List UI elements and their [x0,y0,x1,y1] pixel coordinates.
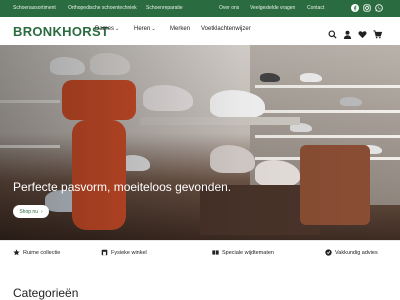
top-bar: Schoenassortiment Orthopedische schoente… [0,0,400,17]
hero-title: Perfecte pasvorm, moeiteloos gevonden. [13,180,232,194]
usp-label: Speciale wijdtematen [222,249,274,256]
facebook-icon[interactable] [351,4,359,12]
hero-banner [0,45,400,240]
usp-item-advies: Vakkundig advies [325,249,378,256]
main-header: BRONKHORST Dames ⌄ Heren ⌄ Merken Voetkl… [0,17,400,45]
shop-now-label: Shop nu [19,208,38,215]
nav-item-dames[interactable]: Dames ⌄ [95,26,119,32]
nav-label: Heren [134,26,151,32]
nav-label: Dames [95,26,115,32]
usp-item-wijdtematen: Speciale wijdtematen [212,249,274,256]
advice-icon [325,249,332,256]
nav-item-voetklachtenwijzer[interactable]: Voetklachtenwijzer [201,26,251,32]
chevron-down-icon: ⌄ [115,26,120,32]
topbar-link-over-ons[interactable]: Over ons [219,5,239,11]
account-icon[interactable] [343,26,352,39]
usp-label: Fysieke winkel [111,249,147,256]
store-icon [101,249,108,256]
cart-icon[interactable] [373,26,383,39]
width-icon [212,250,219,255]
nav-item-merken[interactable]: Merken [170,26,190,32]
usp-item-winkel: Fysieke winkel [101,249,147,256]
chevron-down-icon: ⌄ [151,26,156,32]
usp-strip: Ruime collectie Fysieke winkel Speciale … [0,240,400,262]
topbar-link-schoenreparatie[interactable]: Schoenreparatie [146,5,183,11]
nav-item-heren[interactable]: Heren ⌄ [134,26,156,32]
shop-now-button[interactable]: Shop nu › [13,205,49,218]
topbar-link-schoenassortiment[interactable]: Schoenassortiment [13,5,56,11]
nav-label: Merken [170,26,191,32]
usp-item-collectie: Ruime collectie [13,249,60,256]
instagram-icon[interactable] [363,4,371,12]
usp-label: Vakkundig advies [335,249,378,256]
wishlist-icon[interactable] [358,26,367,39]
topbar-link-faq[interactable]: Veelgestelde vragen [250,5,295,11]
topbar-link-orthopedische[interactable]: Orthopedische schoentechniek [68,5,137,11]
section-title-categories: Categorieën [13,286,79,300]
usp-label: Ruime collectie [23,249,61,256]
chevron-right-icon: › [40,208,43,215]
nav-label: Voetklachtenwijzer [201,26,251,32]
search-icon[interactable] [328,26,337,39]
hero-overlay [0,45,400,240]
star-icon [13,249,20,256]
topbar-link-contact[interactable]: Contact [307,5,324,11]
whatsapp-icon[interactable] [375,4,383,12]
